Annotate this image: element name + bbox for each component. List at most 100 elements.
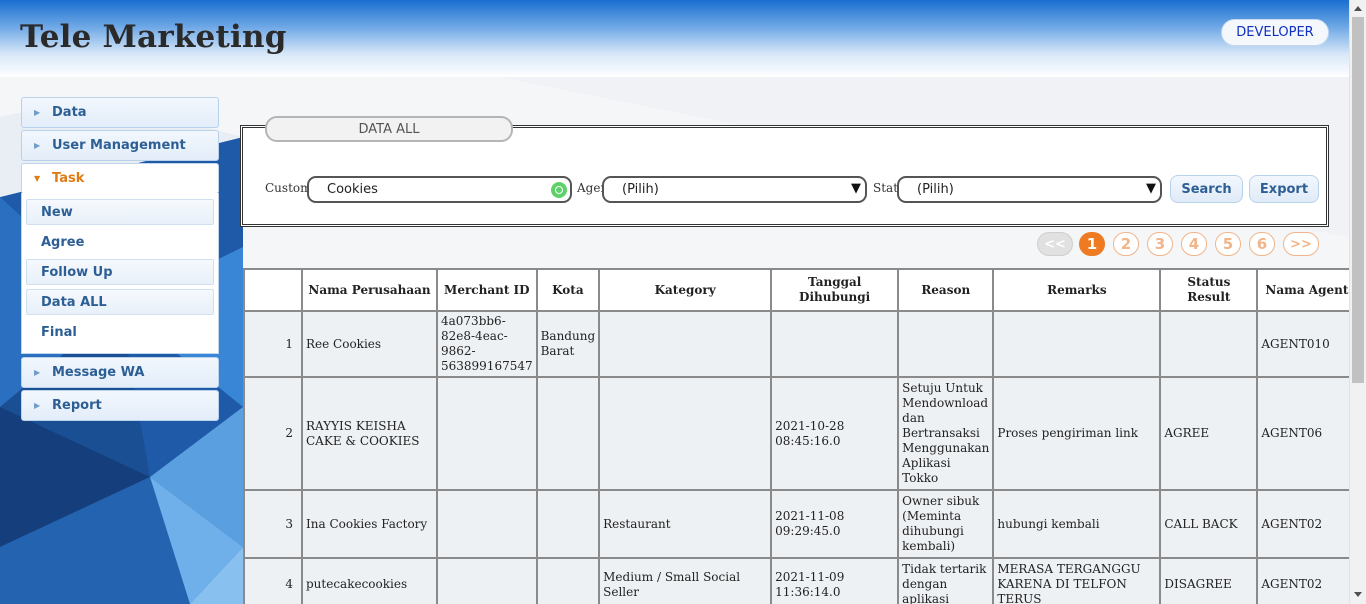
next-page-button[interactable]: >> — [1283, 232, 1319, 256]
dropdown-arrow-icon: ▼ — [1146, 181, 1156, 196]
table-row[interactable]: 3 Ina Cookies Factory Restaurant 2021-11… — [243, 489, 1358, 559]
agent-select[interactable]: (Pilih) ▼ — [602, 176, 867, 203]
sidebar-item-user-management[interactable]: ▶ User Management — [21, 130, 219, 161]
triangle-right-icon: ▶ — [34, 368, 41, 377]
cell-company: putecakecookies — [301, 557, 438, 604]
table-row[interactable]: 2 RAYYIS KEISHA CAKE & COOKIES 2021-10-2… — [243, 376, 1358, 491]
cell-category — [598, 376, 773, 491]
cell-status: AGREE — [1159, 376, 1259, 491]
row-number: 1 — [243, 310, 303, 378]
column-header — [243, 268, 303, 312]
cell-merchant-id — [436, 376, 538, 491]
cell-city — [535, 376, 601, 491]
clear-input-icon[interactable] — [551, 182, 567, 198]
cell-company: Ina Cookies Factory — [301, 489, 438, 559]
status-label: Status — [873, 181, 898, 195]
submenu-item-follow-up[interactable]: Follow Up — [26, 259, 214, 285]
results-table: Nama Perusahaan Merchant ID Kota Kategor… — [243, 268, 1358, 604]
status-select[interactable]: (Pilih) ▼ — [897, 176, 1162, 203]
column-header[interactable]: Nama Perusahaan — [301, 268, 438, 312]
row-number: 4 — [243, 557, 303, 604]
cell-date: 2021-10-28 08:45:16.0 — [770, 376, 900, 491]
page-3-button[interactable]: 3 — [1147, 232, 1173, 256]
panel-tab-title: DATA ALL — [265, 116, 513, 142]
submenu-item-new[interactable]: New — [26, 199, 214, 225]
sidebar-item-label: Data — [52, 105, 87, 120]
scroll-down-arrow-icon[interactable] — [1354, 592, 1362, 597]
sidebar-item-message-wa[interactable]: ▶ Message WA — [21, 357, 219, 388]
customer-input[interactable]: Cookies — [307, 176, 572, 203]
cell-date: 2021-11-08 09:29:45.0 — [770, 489, 900, 559]
prev-page-button[interactable]: << — [1037, 232, 1073, 256]
user-role-button[interactable]: DEVELOPER — [1221, 19, 1329, 46]
customer-value: Cookies — [327, 182, 378, 197]
sidebar-item-label: Report — [52, 398, 102, 413]
column-header[interactable]: Reason — [897, 268, 995, 312]
table-row[interactable]: 1 Ree Cookies 4a073bb6-82e8-4eac-9862-56… — [243, 310, 1358, 378]
cell-city — [535, 557, 601, 604]
page-5-button[interactable]: 5 — [1215, 232, 1241, 256]
vertical-scrollbar[interactable] — [1349, 0, 1366, 604]
column-header[interactable]: Nama Agent — [1256, 268, 1358, 312]
cell-category: Medium / Small Social Seller — [598, 557, 773, 604]
column-header[interactable]: Remarks — [992, 268, 1162, 312]
agent-label: Agent — [577, 181, 603, 195]
cell-remarks: Proses pengiriman link — [992, 376, 1162, 491]
table-header-row: Nama Perusahaan Merchant ID Kota Kategor… — [243, 268, 1358, 312]
row-number: 2 — [243, 376, 303, 491]
submenu-item-data-all[interactable]: Data ALL — [26, 289, 214, 315]
search-button[interactable]: Search — [1170, 175, 1243, 203]
app-header: Tele Marketing DEVELOPER — [0, 0, 1349, 77]
status-select-value: (Pilih) — [917, 182, 954, 197]
triangle-right-icon: ▶ — [34, 141, 41, 150]
scroll-up-arrow-icon[interactable] — [1354, 6, 1362, 11]
sidebar-item-task[interactable]: ▼ Task — [21, 163, 219, 194]
cell-date: 2021-11-09 11:36:14.0 — [770, 557, 900, 604]
cell-merchant-id — [436, 489, 538, 559]
sidebar-item-report[interactable]: ▶ Report — [21, 390, 219, 421]
triangle-right-icon: ▶ — [34, 401, 41, 410]
scrollbar-thumb[interactable] — [1352, 17, 1364, 383]
cell-date — [770, 310, 900, 378]
page-4-button[interactable]: 4 — [1181, 232, 1207, 256]
page-2-button[interactable]: 2 — [1113, 232, 1139, 256]
triangle-down-icon: ▼ — [34, 174, 41, 183]
cell-agent: AGENT02 — [1256, 489, 1358, 559]
cell-reason: Owner sibuk (Meminta dihubungi kembali) — [897, 489, 995, 559]
table-row[interactable]: 4 putecakecookies Medium / Small Social … — [243, 557, 1358, 604]
cell-reason: Tidak tertarik dengan aplikasi — [897, 557, 995, 604]
triangle-right-icon: ▶ — [34, 108, 41, 117]
column-header[interactable]: Kategory — [598, 268, 773, 312]
row-number: 3 — [243, 489, 303, 559]
column-header[interactable]: Kota — [535, 268, 601, 312]
cell-remarks: MERASA TERGANGGU KARENA DI TELFON TERUS — [992, 557, 1162, 604]
cell-agent: AGENT06 — [1256, 376, 1358, 491]
cell-remarks — [992, 310, 1162, 378]
cell-category: Restaurant — [598, 489, 773, 559]
export-button[interactable]: Export — [1249, 175, 1319, 203]
column-header[interactable]: Status Result — [1159, 268, 1259, 312]
cell-agent: AGENT02 — [1256, 557, 1358, 604]
customer-label: Customer — [265, 181, 308, 195]
cell-merchant-id — [436, 557, 538, 604]
pagination: << 1 2 3 4 5 6 >> — [0, 232, 1349, 256]
sidebar-item-label: Message WA — [52, 365, 145, 380]
page-1-button[interactable]: 1 — [1079, 232, 1105, 256]
cell-agent: AGENT010 — [1256, 310, 1358, 378]
cell-reason: Setuju Untuk Mendownload dan Bertransaks… — [897, 376, 995, 491]
cell-merchant-id: 4a073bb6-82e8-4eac-9862-563899167547 — [436, 310, 538, 378]
agent-select-value: (Pilih) — [622, 182, 659, 197]
dropdown-arrow-icon: ▼ — [851, 181, 861, 196]
page-6-button[interactable]: 6 — [1249, 232, 1275, 256]
sidebar-item-label: User Management — [52, 138, 186, 153]
column-header[interactable]: Tanggal Dihubungi — [770, 268, 900, 312]
sidebar-menu: ▶ Data ▶ User Management ▼ Task New Agre… — [21, 97, 219, 423]
cell-status: CALL BACK — [1159, 489, 1259, 559]
column-header[interactable]: Merchant ID — [436, 268, 538, 312]
sidebar-item-data[interactable]: ▶ Data — [21, 97, 219, 128]
submenu-item-final[interactable]: Final — [26, 319, 214, 345]
sidebar-item-label: Task — [52, 171, 85, 186]
cell-status: DISAGREE — [1159, 557, 1259, 604]
cell-company: Ree Cookies — [301, 310, 438, 378]
cell-city: Bandung Barat — [535, 310, 601, 378]
